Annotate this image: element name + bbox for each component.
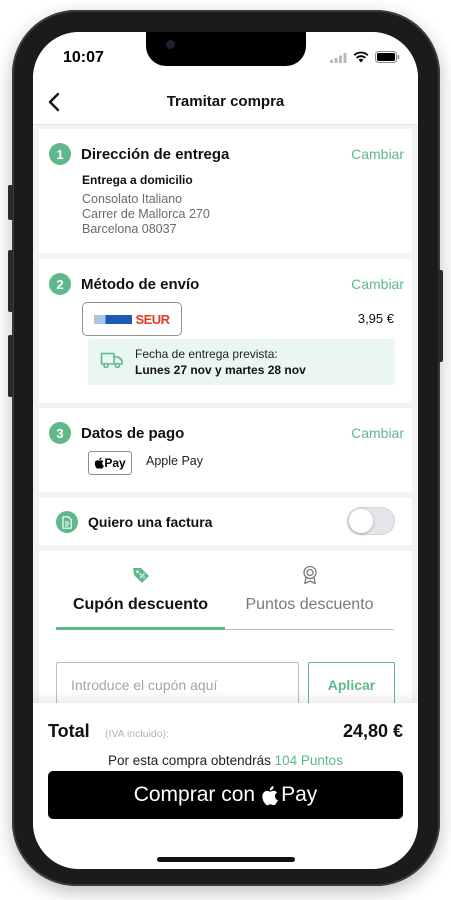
- points-earned: Por esta compra obtendrás 104 Puntos: [33, 753, 418, 768]
- tab-coupon-discount[interactable]: Cupón descuento: [56, 565, 225, 629]
- tab-points-label: Puntos descuento: [245, 596, 374, 613]
- checkout-footer: Total (IVA incluido): 24,80 € Por esta c…: [33, 703, 418, 869]
- buy-button-prefix: Comprar con: [133, 783, 256, 806]
- step-number-2: 2: [49, 273, 71, 295]
- invoice-toggle[interactable]: [347, 507, 395, 535]
- seur-logo-bars: [94, 314, 133, 324]
- shipping-step-header: 2 Método de envío: [49, 273, 199, 295]
- status-icons: [330, 50, 400, 68]
- apply-coupon-button[interactable]: Aplicar: [308, 662, 395, 708]
- apple-logo-icon: [262, 785, 278, 805]
- delivery-estimate-label: Fecha de entrega prevista:: [135, 347, 278, 361]
- apple-pay-badge: Pay: [88, 451, 132, 475]
- apple-logo-icon: [95, 457, 105, 469]
- status-time: 10:07: [63, 49, 104, 66]
- total-label: Total: [48, 721, 90, 741]
- active-tab-indicator: [56, 627, 225, 630]
- page-title: Tramitar compra: [166, 93, 285, 110]
- points-value: 104 Puntos: [274, 753, 343, 768]
- payment-title: Datos de pago: [81, 424, 185, 442]
- points-prefix: Por esta compra obtendrás: [108, 753, 271, 768]
- delivery-step-header: 1 Dirección de entrega: [49, 143, 229, 165]
- iva-note: (IVA incluido):: [105, 728, 169, 740]
- delivery-title: Dirección de entrega: [81, 145, 230, 163]
- address-line: Barcelona 08037: [82, 222, 177, 236]
- shipping-price: 3,95 €: [357, 311, 394, 326]
- phone-screen: 10:07 Tramitar compra 1 Dirección de ent…: [33, 32, 418, 869]
- battery-icon: [375, 50, 400, 68]
- apple-pay-badge-text: Pay: [104, 456, 126, 470]
- delivery-estimate: Fecha de entrega prevista: Lunes 27 nov …: [88, 339, 395, 385]
- payment-method-name: Apple Pay: [146, 454, 203, 468]
- change-address-link[interactable]: Cambiar: [351, 146, 404, 162]
- notch: [146, 32, 306, 66]
- step-number-3: 3: [49, 422, 71, 444]
- total-value: 24,80 €: [342, 721, 403, 741]
- shipping-title: Método de envío: [81, 275, 200, 293]
- tab-divider: [225, 629, 394, 630]
- invoice-toggle-knob: [349, 509, 373, 533]
- home-indicator: [157, 857, 295, 862]
- address-line: Consolato Italiano: [82, 192, 183, 206]
- buy-with-apple-pay-button[interactable]: Comprar con Pay: [48, 771, 403, 819]
- carrier-name: SEUR: [135, 311, 170, 327]
- signal-icon: [330, 50, 347, 68]
- delivery-estimate-dates: Lunes 27 nov y martes 28 nov: [135, 363, 306, 377]
- phone-silent-switch: [8, 185, 13, 220]
- tab-points-discount[interactable]: Puntos descuento: [225, 565, 394, 629]
- payment-card: [39, 408, 412, 492]
- tag-percent-icon: [56, 565, 225, 585]
- change-shipping-link[interactable]: Cambiar: [351, 276, 404, 292]
- address-line: Carrer de Mallorca 270: [82, 207, 210, 221]
- wifi-icon: [353, 50, 369, 68]
- phone-volume-down: [8, 335, 13, 397]
- payment-step-header: 3 Datos de pago: [49, 422, 184, 444]
- delivery-type: Entrega a domicilio: [82, 173, 193, 187]
- seur-logo: SEUR: [82, 302, 182, 336]
- invoice-label: Quiero una factura: [88, 514, 213, 530]
- phone-power-button: [438, 270, 443, 362]
- change-payment-link[interactable]: Cambiar: [351, 425, 404, 441]
- truck-icon: [100, 351, 124, 374]
- step-number-1: 1: [49, 143, 71, 165]
- buy-button-suffix: Pay: [281, 783, 318, 806]
- navigation-bar: Tramitar compra: [33, 80, 418, 125]
- document-icon: [56, 511, 78, 533]
- award-icon: [225, 565, 394, 585]
- camera-icon: [166, 40, 175, 49]
- coupon-input[interactable]: [56, 662, 299, 708]
- tab-coupon-label: Cupón descuento: [72, 596, 209, 613]
- phone-volume-up: [8, 250, 13, 312]
